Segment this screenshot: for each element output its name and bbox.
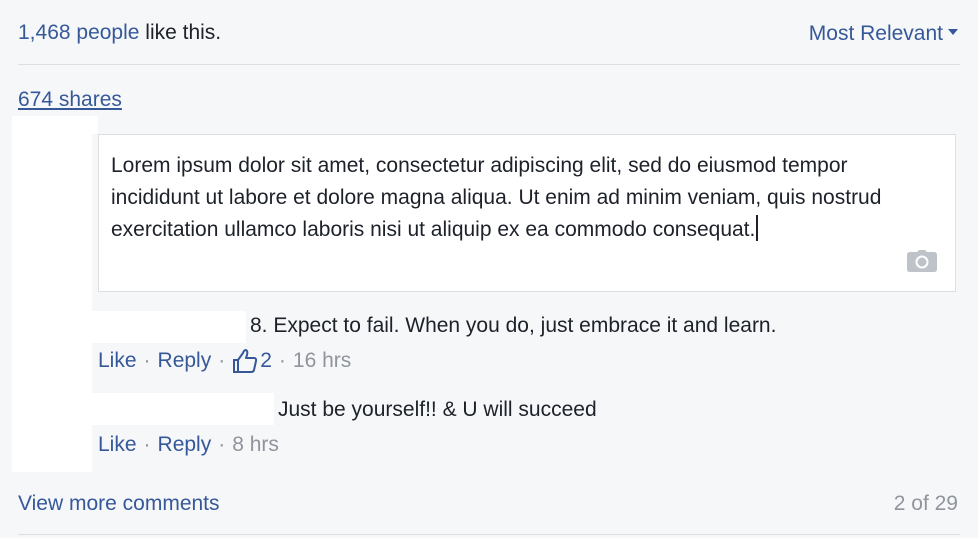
comment-timestamp[interactable]: 8 hrs	[232, 432, 279, 458]
separator: ·	[143, 349, 151, 372]
separator: ·	[278, 349, 286, 372]
comment-sort-dropdown[interactable]: Most Relevant	[809, 21, 958, 47]
reply-button[interactable]: Reply	[158, 348, 212, 374]
text-cursor	[756, 215, 759, 242]
reaction-count: 2	[260, 349, 272, 372]
avatar-column-redacted-top	[12, 116, 98, 134]
likes-suffix: like this.	[139, 21, 222, 44]
like-button[interactable]: Like	[98, 348, 137, 374]
divider	[18, 64, 960, 65]
likes-summary: 1,468 people like this.	[18, 20, 221, 46]
comment-actions: Like · Reply · 8 hrs	[98, 432, 279, 458]
view-more-comments-link[interactable]: View more comments	[18, 491, 220, 517]
camera-icon[interactable]	[907, 250, 937, 272]
likes-count-link[interactable]: 1,468 people	[18, 21, 139, 44]
commenter-name-redacted	[92, 393, 274, 425]
comment-sort-label: Most Relevant	[808, 22, 943, 45]
divider	[18, 534, 960, 535]
thumbs-up-icon	[233, 349, 258, 373]
comment-text: Just be yourself!! & U will succeed	[278, 398, 597, 421]
reply-button[interactable]: Reply	[158, 432, 212, 458]
like-button[interactable]: Like	[98, 432, 137, 458]
shares-link[interactable]: 674 shares	[18, 87, 122, 113]
avatar-column-redacted	[12, 116, 92, 472]
separator: ·	[218, 349, 226, 372]
comment-count: 2 of 29	[893, 492, 958, 515]
comment-input[interactable]: Lorem ipsum dolor sit amet, consectetur …	[98, 134, 956, 292]
comment-actions: Like · Reply · 2 · 16 hrs	[98, 348, 351, 374]
comment-text: 8. Expect to fail. When you do, just emb…	[250, 314, 777, 337]
reaction-count-button[interactable]: 2	[232, 348, 272, 374]
comment-input-text: Lorem ipsum dolor sit amet, consectetur …	[111, 150, 901, 246]
separator: ·	[143, 433, 151, 456]
commenter-name-redacted	[92, 311, 246, 343]
comment-input-value: Lorem ipsum dolor sit amet, consectetur …	[111, 154, 882, 241]
separator: ·	[218, 433, 226, 456]
caret-down-icon	[948, 29, 958, 36]
comment-timestamp[interactable]: 16 hrs	[293, 348, 351, 374]
